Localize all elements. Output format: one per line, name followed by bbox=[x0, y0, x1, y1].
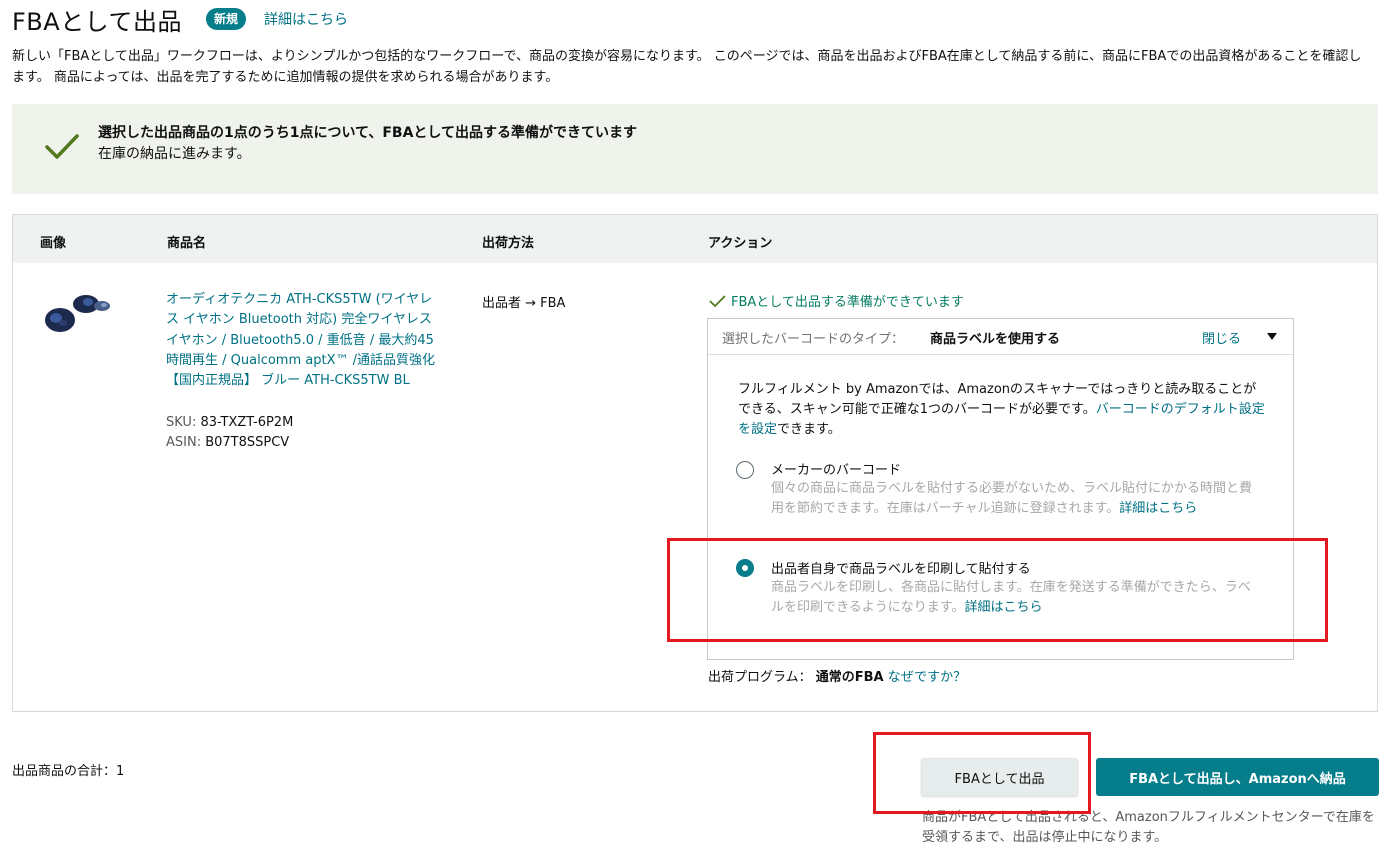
table-header bbox=[13, 215, 1377, 263]
list-and-send-button[interactable]: FBAとして出品し、Amazonへ納品 bbox=[1096, 758, 1379, 796]
page-title: FBAとして出品 bbox=[12, 8, 182, 36]
asin-label: ASIN: bbox=[166, 435, 206, 450]
header-shipping-method: 出荷方法 bbox=[482, 236, 535, 251]
details-link[interactable]: 詳細はこちら bbox=[264, 9, 348, 29]
program-value: 通常のFBA bbox=[815, 670, 884, 685]
highlight-box-button bbox=[873, 732, 1091, 814]
radio-manufacturer-barcode[interactable] bbox=[736, 461, 754, 479]
asin-value: B07T8SSPCV bbox=[205, 435, 290, 450]
why-link[interactable]: なぜですか？ bbox=[888, 670, 966, 685]
sku-label: SKU: bbox=[166, 415, 201, 430]
shipping-program: 出荷プログラム： 通常のFBA なぜですか？ bbox=[708, 666, 966, 685]
option-manufacturer-desc: 個々の商品に商品ラベルを貼付する必要がないため、ラベル貼付にかかる時間と費用を節… bbox=[771, 479, 1259, 519]
requirement-tail: できます。 bbox=[777, 422, 841, 437]
caret-down-icon[interactable] bbox=[1266, 330, 1278, 342]
sku-line: SKU: 83-TXZT-6P2M bbox=[166, 415, 293, 430]
option-manufacturer-details-link[interactable]: 詳細はこちら bbox=[1119, 501, 1197, 516]
checkmark-icon bbox=[45, 134, 79, 159]
header-product-name: 商品名 bbox=[167, 236, 207, 251]
success-subtitle: 在庫の納品に進みます。 bbox=[98, 146, 251, 162]
product-image bbox=[45, 295, 110, 332]
barcode-type-label: 選択したバーコードのタイプ： bbox=[722, 332, 905, 347]
listing-total: 出品商品の合計：1 bbox=[12, 764, 125, 779]
new-badge: 新規 bbox=[206, 8, 247, 30]
shipping-method: 出品者 → FBA bbox=[482, 296, 566, 311]
header-image: 画像 bbox=[40, 236, 67, 251]
option-manufacturer-title[interactable]: メーカーのバーコード bbox=[771, 459, 901, 478]
close-link[interactable]: 閉じる bbox=[1202, 328, 1241, 347]
small-check-icon bbox=[709, 294, 726, 307]
sku-value: 83-TXZT-6P2M bbox=[200, 415, 294, 430]
product-name-link[interactable]: オーディオテクニカ ATH-CKS5TW (ワイヤレス イヤホン Bluetoo… bbox=[166, 290, 436, 391]
success-title: 選択した出品商品の1点のうち1点について、FBAとして出品する準備ができています bbox=[98, 125, 638, 141]
intro-text: 新しい「FBAとして出品」ワークフローは、よりシンプルかつ包括的なワークフローで… bbox=[12, 49, 1362, 85]
barcode-type-value: 商品ラベルを使用する bbox=[930, 332, 1061, 347]
asin-line: ASIN: B07T8SSPCV bbox=[166, 435, 289, 450]
barcode-requirement-text: フルフィルメント by Amazonでは、Amazonのスキャナーではっきりと読… bbox=[738, 380, 1268, 440]
program-label: 出荷プログラム： bbox=[708, 670, 812, 685]
footer-note: 商品がFBAとして出品されると、Amazonフルフィルメントセンターで在庫を受領… bbox=[922, 810, 1375, 845]
header-action: アクション bbox=[708, 236, 773, 251]
ready-text: FBAとして出品する準備ができています bbox=[731, 295, 964, 310]
highlight-box-option bbox=[667, 538, 1328, 642]
ready-status: FBAとして出品する準備ができています bbox=[709, 291, 964, 310]
